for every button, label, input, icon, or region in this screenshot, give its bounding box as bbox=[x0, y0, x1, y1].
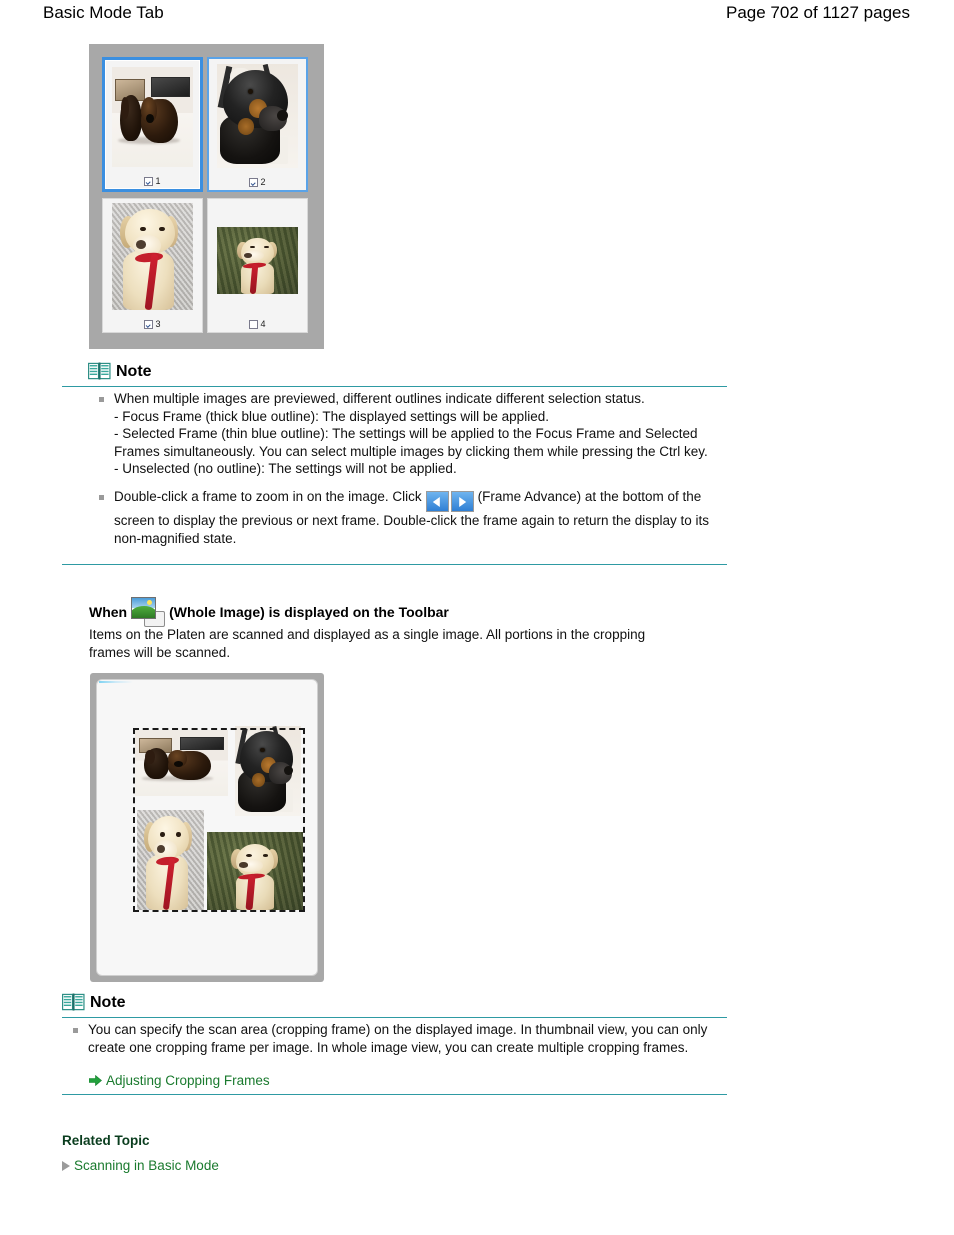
note-2-text: You can specify the scan area (cropping … bbox=[88, 1022, 708, 1055]
note-body-1: When multiple images are previewed, diff… bbox=[88, 390, 728, 557]
thumbnail-label-3: 3 bbox=[103, 319, 202, 329]
thumbnail-label-1: 1 bbox=[105, 176, 200, 186]
arrow-right-icon bbox=[89, 1075, 102, 1086]
note-line-1: When multiple images are previewed, diff… bbox=[114, 391, 645, 406]
whole-image-paragraph: Items on the Platen are scanned and disp… bbox=[89, 627, 646, 660]
thumbnail-frame-1[interactable]: 1 bbox=[102, 57, 203, 192]
note-bullet-2: Double-click a frame to zoom in on the i… bbox=[88, 488, 728, 548]
thumbnail-number-1: 1 bbox=[155, 176, 161, 186]
thumbnail-checkbox-3[interactable] bbox=[144, 319, 154, 329]
thumbnail-image-2 bbox=[217, 64, 298, 168]
thumbnail-grid: 1 2 3 4 bbox=[102, 57, 311, 333]
thumbnail-frame-4[interactable]: 4 bbox=[207, 198, 308, 333]
frame-advance-next-button[interactable] bbox=[450, 491, 474, 513]
note-body-2: You can specify the scan area (cropping … bbox=[62, 1021, 727, 1056]
page-number-indicator: Page 702 of 1127 pages bbox=[725, 3, 910, 22]
adjusting-cropping-frames-link[interactable]: Adjusting Cropping Frames bbox=[89, 1073, 270, 1088]
thumbnail-image-1 bbox=[112, 67, 193, 167]
thumbnail-preview-panel[interactable]: 1 2 3 4 bbox=[89, 44, 324, 349]
when-whole-image-heading: When (Whole Image) is displayed on the T… bbox=[89, 597, 449, 627]
thumbnail-frame-3[interactable]: 3 bbox=[102, 198, 203, 333]
thumbnail-checkbox-2[interactable] bbox=[249, 177, 259, 187]
scanning-in-basic-mode-link[interactable]: Scanning in Basic Mode bbox=[62, 1158, 219, 1173]
whole-image-icon bbox=[131, 597, 166, 627]
note-header-2: Note bbox=[62, 993, 126, 1012]
note-bullet-1: When multiple images are previewed, diff… bbox=[88, 390, 728, 478]
note-divider-top-1 bbox=[62, 386, 727, 387]
whole-image-platen[interactable] bbox=[96, 679, 318, 976]
note-line-4: - Unselected (no outline): The settings … bbox=[114, 461, 457, 476]
thumbnail-frame-2[interactable]: 2 bbox=[207, 57, 308, 192]
note-line-2: - Focus Frame (thick blue outline): The … bbox=[114, 408, 549, 424]
page-title: Basic Mode Tab bbox=[43, 3, 164, 22]
triangle-right-icon bbox=[62, 1160, 70, 1171]
thumbnail-label-2: 2 bbox=[209, 177, 306, 187]
note-bullet-3: You can specify the scan area (cropping … bbox=[62, 1021, 727, 1056]
frame-advance-buttons bbox=[425, 491, 474, 513]
thumbnail-number-4: 4 bbox=[260, 319, 266, 329]
frame-advance-previous-button[interactable] bbox=[425, 491, 449, 513]
note-text-before-buttons: Double-click a frame to zoom in on the i… bbox=[114, 488, 422, 504]
note-header-1: Note bbox=[88, 362, 152, 381]
scanning-in-basic-mode-label: Scanning in Basic Mode bbox=[74, 1158, 219, 1173]
thumbnail-number-3: 3 bbox=[155, 319, 161, 329]
note-title-1: Note bbox=[116, 362, 152, 380]
thumbnail-number-2: 2 bbox=[260, 177, 266, 187]
page-header: Basic Mode Tab Page 702 of 1127 pages bbox=[0, 0, 954, 34]
when-prefix-label: When bbox=[89, 604, 128, 620]
dashed-cropping-frame[interactable] bbox=[133, 728, 305, 912]
open-book-icon bbox=[62, 993, 85, 1012]
note-divider-top-2 bbox=[62, 1017, 727, 1018]
thumbnail-checkbox-4[interactable] bbox=[249, 319, 259, 329]
note-title-2: Note bbox=[90, 993, 126, 1011]
open-book-icon bbox=[88, 362, 111, 381]
when-suffix-label: (Whole Image) is displayed on the Toolba… bbox=[169, 604, 449, 620]
note-divider-bottom-1 bbox=[62, 564, 727, 565]
thumbnail-image-4 bbox=[217, 227, 298, 294]
related-topic-heading: Related Topic bbox=[62, 1133, 150, 1148]
note-divider-bottom-2 bbox=[62, 1094, 727, 1095]
thumbnail-label-4: 4 bbox=[208, 319, 307, 329]
note-line-3: - Selected Frame (thin blue outline): Th… bbox=[114, 426, 708, 459]
whole-image-preview-panel[interactable] bbox=[90, 673, 324, 982]
thumbnail-image-3 bbox=[112, 203, 193, 310]
adjusting-cropping-frames-label: Adjusting Cropping Frames bbox=[106, 1073, 270, 1088]
thumbnail-checkbox-1[interactable] bbox=[144, 176, 154, 186]
